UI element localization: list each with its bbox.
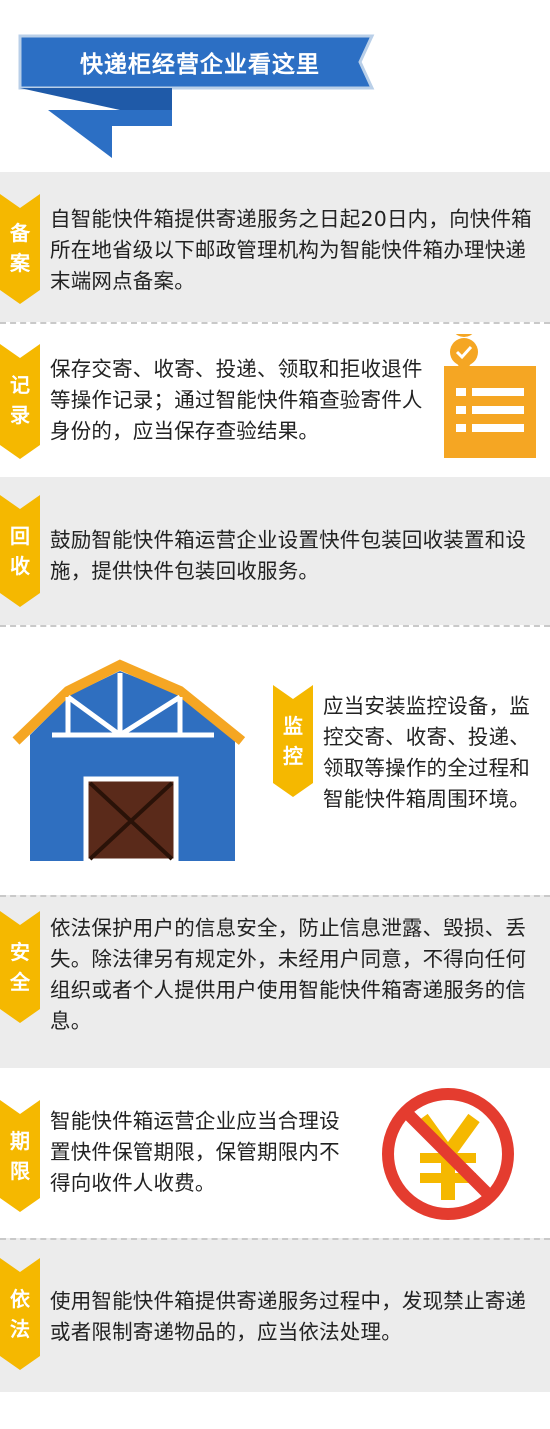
badge-char: 收 <box>10 554 30 578</box>
section-text: 智能快件箱运营企业应当合理设置快件保管期限，保管期限内不得向收件人收费。 <box>50 1109 340 1195</box>
badge-char: 录 <box>10 403 30 427</box>
section-recycling: 回 收 鼓励智能快件箱运营企业设置快件包装回收装置和设施，提供快件包装回收服务。 <box>0 477 550 625</box>
badge-security: 安 全 <box>0 911 40 1023</box>
badge-char: 监 <box>283 714 303 738</box>
badge-term: 期 限 <box>0 1100 40 1212</box>
badge-char: 限 <box>10 1159 30 1183</box>
section-text: 保存交寄、收寄、投递、领取和拒收退件等操作记录；通过智能快件箱查验寄件人身份的，… <box>50 357 423 443</box>
page-title: 快递柜经营企业看这里 <box>80 52 320 78</box>
warehouse-icon <box>12 659 246 864</box>
section-text: 使用智能快件箱提供寄递服务过程中，发现禁止寄递或者限制寄递物品的，应当依法处理。 <box>50 1289 527 1344</box>
badge-char: 全 <box>10 970 30 994</box>
section-filing: 备 案 自智能快件箱提供寄递服务之日起20日内，向快件箱所在地省级以下邮政管理机… <box>0 172 550 322</box>
section-text: 鼓励智能快件箱运营企业设置快件包装回收装置和设施，提供快件包装回收服务。 <box>50 528 527 583</box>
section-text: 应当安装监控设备，监控交寄、收寄、投递、领取等操作的全过程和智能快件箱周围环境。 <box>323 694 530 811</box>
badge-char: 案 <box>10 251 30 275</box>
badge-char: 控 <box>283 744 303 768</box>
section-text: 依法保护用户的信息安全，防止信息泄露、毁损、丢失。除法律另有规定外，未经用户同意… <box>50 916 527 1033</box>
section-text: 自智能快件箱提供寄递服务之日起20日内，向快件箱所在地省级以下邮政管理机构为智能… <box>50 207 532 293</box>
badge-char: 法 <box>10 1317 30 1341</box>
banner-ribbon-icon <box>18 34 375 158</box>
section-law: 依 法 使用智能快件箱提供寄递服务过程中，发现禁止寄递或者限制寄递物品的，应当依… <box>0 1238 550 1392</box>
badge-filing: 备 案 <box>0 194 40 304</box>
no-yuan-icon <box>382 1088 514 1220</box>
section-records: 记 录 保存交寄、收寄、投递、领取和拒收退件等操作记录；通过智能快件箱查验寄件人… <box>0 322 550 477</box>
badge-monitoring: 监 控 <box>273 685 313 797</box>
clipboard-check-icon <box>444 334 536 458</box>
header-banner: 快递柜经营企业看这里 <box>0 0 550 170</box>
badge-char: 依 <box>10 1287 30 1311</box>
badge-char: 备 <box>10 221 30 245</box>
section-monitoring: 监 控 应当安装监控设备，监控交寄、收寄、投递、领取等操作的全过程和智能快件箱周… <box>0 625 550 895</box>
section-security: 安 全 依法保护用户的信息安全，防止信息泄露、毁损、丢失。除法律另有规定外，未经… <box>0 895 550 1068</box>
badge-char: 期 <box>10 1129 30 1153</box>
badge-char: 记 <box>10 373 30 397</box>
badge-char: 安 <box>10 940 30 964</box>
section-term: 期 限 智能快件箱运营企业应当合理设置快件保管期限，保管期限内不得向收件人收费。 <box>0 1068 550 1238</box>
badge-char: 回 <box>10 524 30 548</box>
badge-law: 依 法 <box>0 1258 40 1370</box>
badge-records: 记 录 <box>0 344 40 459</box>
badge-recycling: 回 收 <box>0 495 40 607</box>
